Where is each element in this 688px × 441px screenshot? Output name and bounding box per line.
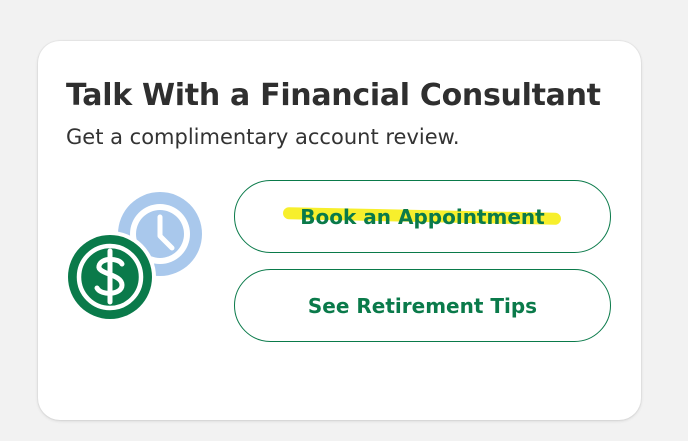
money-time-illustration: [64, 189, 208, 323]
book-appointment-button[interactable]: Book an Appointment: [234, 180, 611, 253]
retirement-tips-label: See Retirement Tips: [307, 293, 538, 318]
card-title: Talk With a Financial Consultant: [66, 78, 601, 113]
dollar-coin-icon: [64, 231, 156, 323]
retirement-tips-button[interactable]: See Retirement Tips: [234, 269, 611, 342]
book-appointment-label: Book an Appointment: [300, 204, 545, 229]
card-subtitle: Get a complimentary account review.: [66, 125, 460, 149]
financial-consultant-card: Talk With a Financial Consultant Get a c…: [38, 41, 641, 420]
